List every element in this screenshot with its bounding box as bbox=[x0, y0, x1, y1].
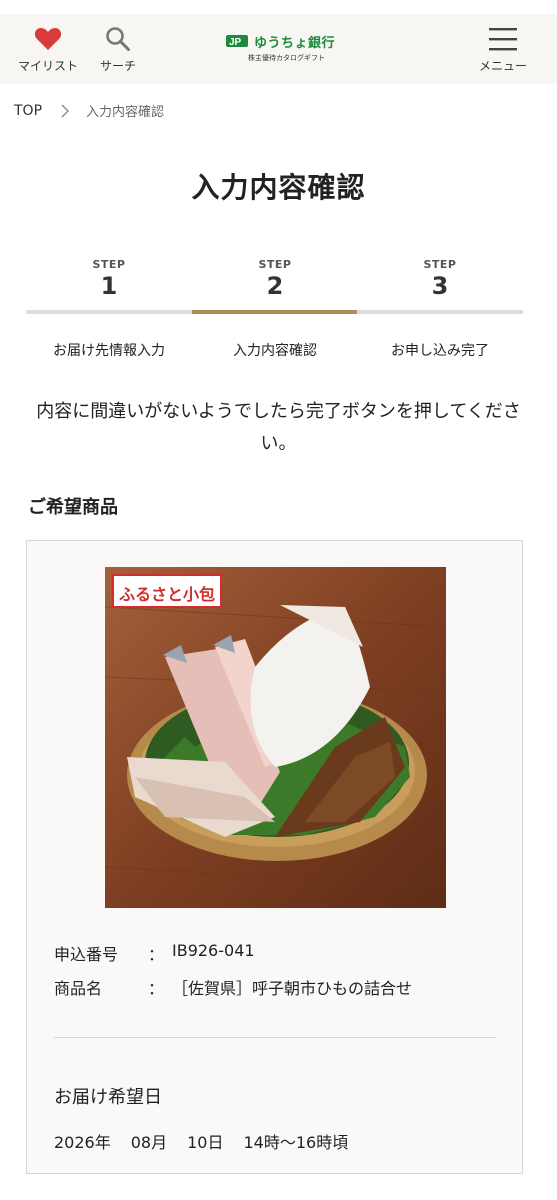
application-number-label: 申込番号 bbox=[54, 945, 119, 964]
step-number: 2 bbox=[266, 272, 284, 300]
step-2-label: 入力内容確認 bbox=[233, 343, 317, 359]
product-image-logo: ふるさと小包 bbox=[118, 585, 215, 604]
step-3: STEP 3 bbox=[357, 258, 523, 300]
logo-name: ゆうちょ銀行 bbox=[254, 36, 336, 51]
breadcrumb-current: 入力内容確認 bbox=[86, 105, 165, 120]
colon: ： bbox=[148, 945, 165, 964]
delivery-date-value: 2026年 08月 10日 14時〜16時頃 bbox=[54, 1129, 368, 1153]
step-word: STEP bbox=[92, 258, 126, 271]
search-button[interactable]: サーチ bbox=[88, 14, 148, 84]
site-header: マイリスト サーチ JP ゆうちょ銀行 株主優待カタログギフト メニュー bbox=[0, 14, 557, 84]
application-number-value: IB926-041 bbox=[172, 941, 255, 960]
section-heading: ご希望商品 bbox=[28, 497, 118, 518]
svg-text:JP: JP bbox=[229, 37, 242, 48]
heart-icon bbox=[34, 25, 62, 53]
jp-mark-icon: JP bbox=[226, 33, 250, 51]
confirmation-notice: 内容に間違いがないようでしたら完了ボタンを押してください。 bbox=[36, 401, 521, 454]
product-name-value: ［佐賀県］呼子朝市ひもの詰合せ bbox=[172, 979, 413, 998]
menu-label: メニュー bbox=[478, 58, 527, 73]
breadcrumb-top-link[interactable]: TOP bbox=[14, 103, 42, 119]
search-label: サーチ bbox=[99, 58, 136, 73]
step-1-progress-bar bbox=[26, 310, 192, 314]
step-1-label: お届け先情報入力 bbox=[53, 343, 165, 359]
chevron-right-icon bbox=[60, 104, 70, 118]
step-word: STEP bbox=[423, 258, 457, 271]
step-1: STEP 1 bbox=[26, 258, 192, 300]
page-title: 入力内容確認 bbox=[191, 171, 366, 204]
step-2-progress-bar-active bbox=[192, 310, 357, 314]
product-image: ふるさと小包 bbox=[105, 567, 446, 908]
delivery-date-heading: お届け希望日 bbox=[54, 1087, 162, 1108]
step-number: 3 bbox=[431, 272, 449, 300]
delivery-day: 10日 bbox=[187, 1133, 224, 1152]
application-number-row: 申込番号 ： IB926-041 bbox=[54, 941, 255, 965]
menu-button[interactable]: メニュー bbox=[473, 14, 533, 84]
step-2: STEP 2 bbox=[192, 258, 358, 300]
delivery-time: 14時〜16時頃 bbox=[243, 1133, 349, 1152]
step-number: 1 bbox=[100, 272, 118, 300]
breadcrumb: TOP 入力内容確認 bbox=[14, 101, 165, 121]
divider bbox=[54, 1037, 496, 1038]
search-icon bbox=[105, 25, 131, 53]
logo-subtitle: 株主優待カタログギフト bbox=[248, 54, 325, 62]
product-name-label: 商品名 bbox=[54, 979, 103, 998]
mylist-label: マイリスト bbox=[17, 58, 78, 73]
step-3-progress-bar bbox=[357, 310, 523, 314]
mylist-button[interactable]: マイリスト bbox=[14, 14, 82, 84]
delivery-month: 08月 bbox=[130, 1133, 168, 1152]
step-3-label: お申し込み完了 bbox=[391, 343, 489, 359]
product-card: ふるさと小包 申込番号 ： IB926-041 商品名 ： ［佐賀県］呼子朝市ひ… bbox=[26, 540, 523, 1174]
colon: ： bbox=[148, 979, 165, 998]
product-name-row: 商品名 ： ［佐賀県］呼子朝市ひもの詰合せ bbox=[54, 975, 412, 999]
delivery-year: 2026年 bbox=[54, 1133, 111, 1152]
hamburger-menu-icon bbox=[488, 25, 518, 53]
jp-bank-logo[interactable]: JP ゆうちょ銀行 株主優待カタログギフト bbox=[226, 32, 338, 68]
step-word: STEP bbox=[258, 258, 292, 271]
